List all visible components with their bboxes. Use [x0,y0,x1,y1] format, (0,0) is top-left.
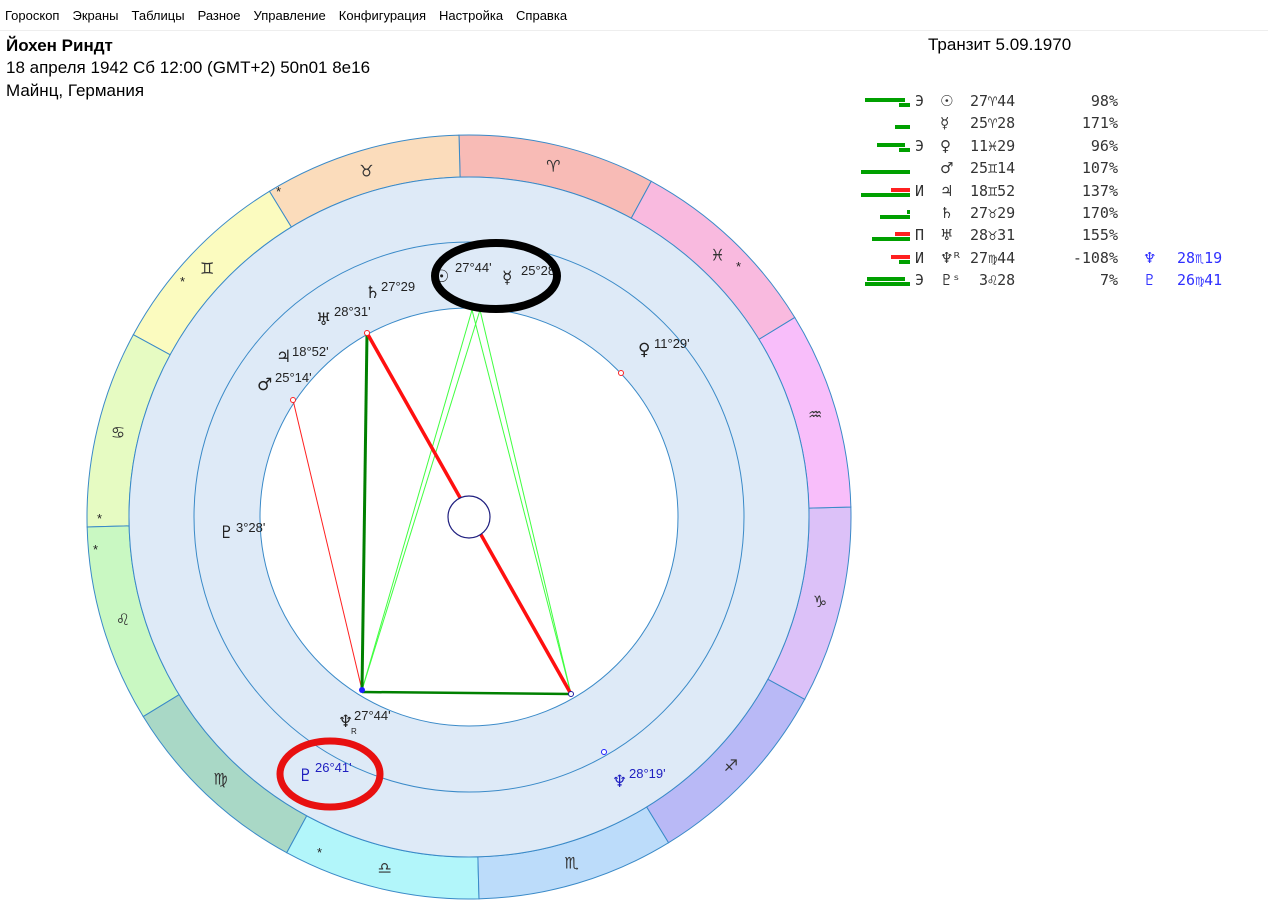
venus-label: 11°29' [654,336,690,351]
planet-point [364,330,370,336]
zodiac-sign-icon: ♎ [378,859,392,878]
zodiac-sign-icon: ♈ [546,156,560,175]
saturn-label: 27°29 [381,279,415,294]
planet-point [359,687,365,693]
asterisk-mark: * [180,274,185,289]
mars-icon: ♂ [257,375,272,395]
transit-point [601,749,607,755]
jupiter-label: 18°52' [292,344,329,359]
pluto-label: 3°28' [236,520,265,535]
asterisk-mark: * [97,511,102,526]
asterisk-mark: * [276,184,281,199]
planet-point [290,397,296,403]
venus-icon: ♀ [638,340,650,360]
retrograde-mark: R [351,727,357,736]
transit-neptune-icon: ♆ [612,772,627,792]
asterisk-mark: * [736,259,741,274]
asterisk-mark: * [93,542,98,557]
chart-wheel: ♈♉♊♋♌♍♎ ♏♐♑♒♓ ☉ 27°44' ☿ 25°28 ♄ 27°29 ♅ … [86,134,852,900]
zodiac-sign-icon: ♑ [813,592,827,611]
zodiac-sign-icon: ♏ [564,854,578,873]
sun-label: 27°44' [455,260,492,275]
zodiac-sign-icon: ♋ [111,423,125,442]
mars-label: 25°14' [275,370,312,385]
zodiac-sign-icon: ♓ [710,246,724,265]
mercury-icon: ☿ [502,268,512,288]
saturn-icon: ♄ [365,283,380,303]
transit-pluto-label: 26°41' [315,760,352,775]
uranus-icon: ♅ [316,310,331,330]
center-circle [447,495,491,539]
transit-pluto-icon: ♇ [298,766,313,786]
zodiac-sign-icon: ♒ [808,405,822,424]
planet-point [618,370,624,376]
zodiac-sign-icon: ♐ [724,756,738,775]
neptune-label: 27°44' [354,708,391,723]
transit-neptune-label: 28°19' [629,766,666,781]
zodiac-sign-icon: ♍ [213,769,227,788]
zodiac-sign-icon: ♌ [116,610,130,629]
asterisk-mark: * [317,845,322,860]
zodiac-sign-icon: ♉ [359,161,373,180]
zodiac-sign-icon: ♊ [200,259,214,278]
planet-point [568,691,574,697]
pluto-icon: ♇ [219,523,234,543]
uranus-label: 28°31' [334,304,371,319]
jupiter-icon: ♃ [276,347,291,367]
